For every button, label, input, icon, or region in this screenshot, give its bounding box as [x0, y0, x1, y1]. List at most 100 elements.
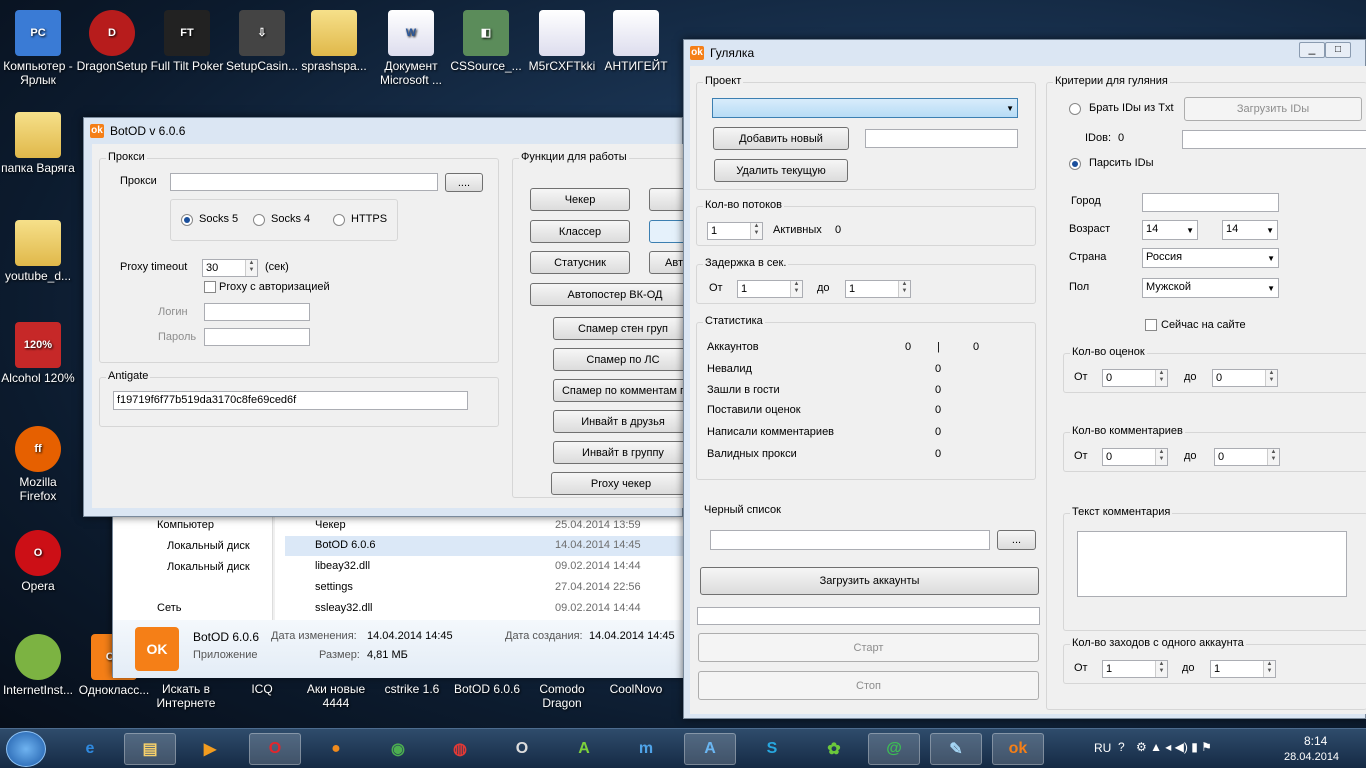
desktop-icon-antigate[interactable]: АНТИГЕЙТ [598, 10, 674, 73]
invite-friends-button[interactable]: Инвайт в друзья [553, 410, 693, 433]
blacklist-browse-button[interactable]: ... [997, 530, 1036, 550]
ie-taskbar-icon[interactable]: e [64, 733, 116, 765]
wall-spammer-button[interactable]: Спамер стен груп [553, 317, 693, 340]
parse-ids-radio[interactable] [1069, 158, 1081, 170]
desktop-icon-botod[interactable]: BotOD 6.0.6 [449, 682, 525, 696]
desktop-icon-m5r[interactable]: M5rCXFTkki [524, 10, 600, 73]
spinner-arrows-icon[interactable]: ▲ ▼ [898, 281, 910, 297]
spinner-arrows-icon[interactable]: ▲ ▼ [1265, 370, 1277, 386]
status-button[interactable]: Статусник [530, 251, 630, 274]
desktop-icon-icq[interactable]: ICQ [224, 682, 300, 696]
delay-to-spinner[interactable]: 1 ▲ ▼ [845, 280, 911, 298]
spinner-arrows-icon[interactable]: ▲ ▼ [1267, 449, 1279, 465]
file-row[interactable]: libeay32.dll 09.02.2014 14:44 [275, 557, 685, 577]
invite-group-button[interactable]: Инвайт в группу [553, 441, 693, 464]
desktop-icon-setupcasino[interactable]: ⇩ SetupCasin... [224, 10, 300, 73]
spinner-arrows-icon[interactable]: ▲ ▼ [245, 260, 257, 276]
media-taskbar-icon[interactable]: ▶ [184, 733, 236, 765]
spinner-arrows-icon[interactable]: ▲ ▼ [1263, 661, 1275, 677]
gulyalka-titlebar[interactable]: ok Гулялка _ □ [684, 40, 1365, 66]
nav-local-disk-d[interactable]: Локальный диск [167, 561, 250, 573]
opera-taskbar-icon[interactable]: O [249, 733, 301, 765]
antigate-key-input[interactable]: f19719f6f77b519da3170c8fe69ced6f [113, 391, 468, 410]
skype-taskbar-icon[interactable]: S [746, 733, 798, 765]
sex-select[interactable]: Мужской ▼ [1142, 278, 1279, 298]
browser-taskbar-icon[interactable]: ◍ [434, 733, 486, 765]
comments-from-spinner[interactable]: 0 ▲ ▼ [1102, 448, 1168, 466]
visits-from-spinner[interactable]: 1 ▲ ▼ [1102, 660, 1168, 678]
odnoklassniki-taskbar-icon[interactable]: ok [992, 733, 1044, 765]
desktop-icon-comodo[interactable]: Comodo Dragon [524, 682, 600, 710]
explorer-taskbar-icon[interactable]: ▤ [124, 733, 176, 765]
desktop-icon-firefox[interactable]: ff Mozilla Firefox [0, 426, 76, 503]
help-icon[interactable]: ? [1118, 740, 1125, 754]
timeout-spinner[interactable]: 30 ▲ ▼ [202, 259, 258, 277]
delete-project-button[interactable]: Удалить текущую [714, 159, 848, 182]
proxy-input[interactable] [170, 173, 438, 191]
chrome-taskbar-icon[interactable]: ◉ [372, 733, 424, 765]
desktop-icon-cstrike[interactable]: cstrike 1.6 [374, 682, 450, 696]
file-row[interactable]: settings 27.04.2014 22:56 [275, 578, 685, 598]
spinner-arrows-icon[interactable]: ▲ ▼ [1155, 370, 1167, 386]
take-ids-radio[interactable] [1069, 103, 1081, 115]
spinner-arrows-icon[interactable]: ▲ ▼ [1155, 449, 1167, 465]
spinner-arrows-icon[interactable]: ▲ ▼ [790, 281, 802, 297]
language-indicator[interactable]: RU [1094, 741, 1111, 755]
ratings-from-spinner[interactable]: 0 ▲ ▼ [1102, 369, 1168, 387]
threads-spinner[interactable]: 1 ▲ ▼ [707, 222, 763, 240]
idos-input[interactable] [1182, 130, 1366, 149]
project-select[interactable]: ▼ [712, 98, 1018, 118]
botod-titlebar[interactable]: ok BotOD v 6.0.6 [84, 118, 682, 144]
ls-spammer-button[interactable]: Спамер по ЛС [553, 348, 693, 371]
socks5-radio[interactable] [181, 214, 193, 226]
a-taskbar-icon[interactable]: A [558, 733, 610, 765]
desktop-icon-computer[interactable]: PC Компьютер - Ярлык [0, 10, 76, 87]
add-new-project-button[interactable]: Добавить новый [713, 127, 849, 150]
nav-local-disk-c[interactable]: Локальный диск [167, 540, 250, 552]
age-to-select[interactable]: 14 ▼ [1222, 220, 1278, 240]
desktop-icon-cssource[interactable]: ◧ CSSource_... [448, 10, 524, 73]
autoposter-button[interactable]: Автопостер ВК-ОД [530, 283, 700, 306]
proxy-auth-checkbox[interactable] [204, 281, 216, 293]
desktop-icon-alcohol[interactable]: 120% Alcohol 120% [0, 322, 76, 385]
desktop-icon-poker[interactable]: FT Full Tilt Poker [149, 10, 225, 73]
desktop-icon-aki[interactable]: Аки новые 4444 [298, 682, 374, 710]
blacklist-input[interactable] [710, 530, 990, 550]
checker-button[interactable]: Чекер [530, 188, 630, 211]
start-button[interactable] [6, 731, 46, 767]
maxthon-taskbar-icon[interactable]: m [620, 733, 672, 765]
firefox-taskbar-icon[interactable]: ● [310, 733, 362, 765]
login-input[interactable] [204, 303, 310, 321]
spinner-arrows-icon[interactable]: ▲ ▼ [750, 223, 762, 239]
file-row-selected[interactable]: BotOD 6.0.6 14.04.2014 14:45 [285, 536, 685, 556]
minimize-button[interactable]: _ [1299, 42, 1325, 58]
city-input[interactable] [1142, 193, 1279, 212]
desktop-icon-sprashspa[interactable]: sprashspa... [296, 10, 372, 73]
socks4-radio[interactable] [253, 214, 265, 226]
delay-from-spinner[interactable]: 1 ▲ ▼ [737, 280, 803, 298]
nav-computer[interactable]: Компьютер [157, 519, 214, 531]
notes-taskbar-icon[interactable]: ✎ [930, 733, 982, 765]
online-now-checkbox[interactable] [1145, 319, 1157, 331]
clock-time[interactable]: 8:14 [1304, 734, 1327, 748]
tray-icons[interactable]: ⚙ ▲ ◂ ◀) ▮ ⚑ [1136, 740, 1212, 754]
desktop-icon-coolnovo[interactable]: CoolNovo [598, 682, 674, 696]
https-radio[interactable] [333, 214, 345, 226]
classer-button[interactable]: Классер [530, 220, 630, 243]
load-ids-button[interactable]: Загрузить IDы [1184, 97, 1362, 121]
password-input[interactable] [204, 328, 310, 346]
comment-text-area[interactable] [1077, 531, 1347, 597]
desktop-icon-varyag[interactable]: папка Варяга [0, 112, 76, 175]
stop-button[interactable]: Стоп [698, 671, 1039, 700]
icq-taskbar-icon[interactable]: ✿ [808, 733, 860, 765]
desktop-icon-opera[interactable]: O Opera [0, 530, 76, 593]
country-select[interactable]: Россия ▼ [1142, 248, 1279, 268]
ratings-to-spinner[interactable]: 0 ▲ ▼ [1212, 369, 1278, 387]
opera-next-taskbar-icon[interactable]: O [496, 733, 548, 765]
desktop-icon-youtube[interactable]: youtube_d... [0, 220, 76, 283]
proxy-checker-button[interactable]: Proxy чекер [551, 472, 691, 495]
comments-spammer-button[interactable]: Спамер по комментам г [553, 379, 693, 402]
desktop-icon-dragonsetup[interactable]: D DragonSetup [74, 10, 150, 73]
new-project-input[interactable] [865, 129, 1018, 148]
mail-taskbar-icon[interactable]: @ [868, 733, 920, 765]
